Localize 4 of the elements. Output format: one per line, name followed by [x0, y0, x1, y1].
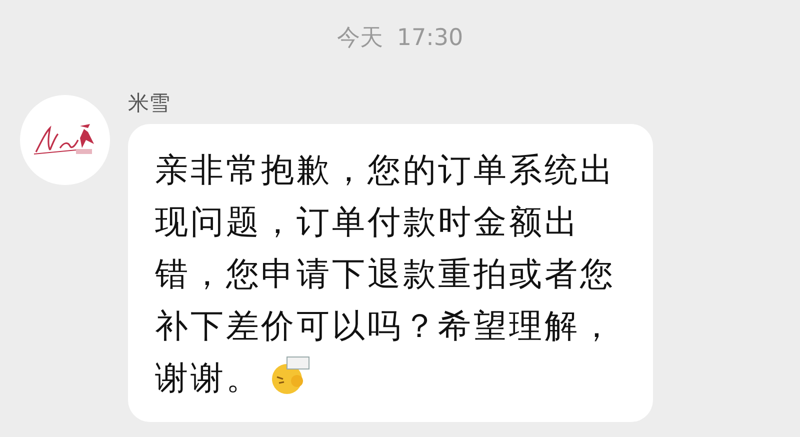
message-text: 亲非常抱歉，您的订单系统出现问题，订单付款时金额出错，您申请下退款重拍或者您补下差价可以吗？希望理解，谢谢。 — [155, 144, 627, 404]
day-label: 今天 — [336, 24, 383, 53]
sender-name: 米雪 — [128, 90, 170, 116]
time-label: 17:30 — [396, 24, 464, 53]
